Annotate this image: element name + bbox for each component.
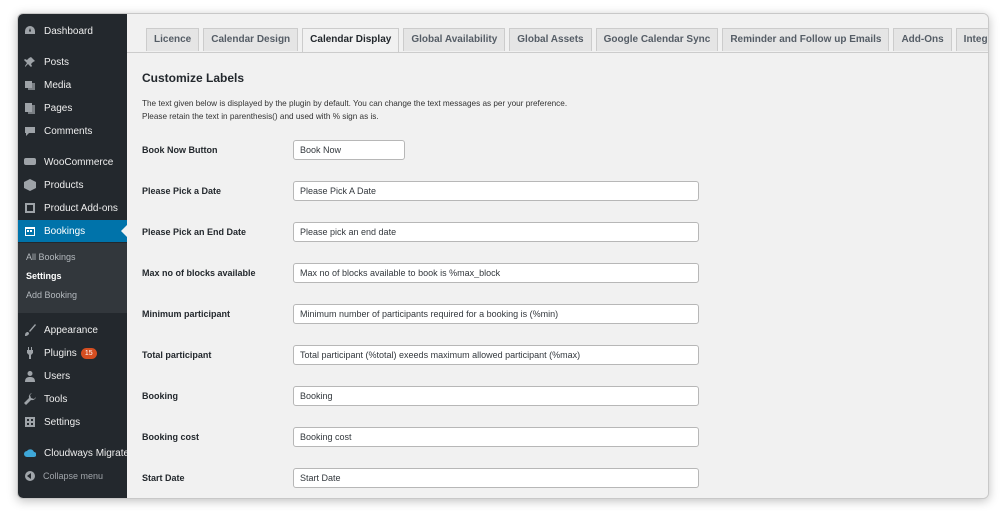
book-now-button-input[interactable] (293, 140, 405, 160)
menu-label: Dashboard (44, 25, 93, 37)
pages-icon (24, 102, 36, 114)
products-icon (24, 179, 36, 191)
collapse-menu-label: Collapse menu (43, 471, 104, 481)
menu-dashboard[interactable]: Dashboard (18, 20, 127, 42)
main-content: Licence Calendar Design Calendar Display… (127, 14, 988, 498)
menu-label: Users (44, 370, 71, 382)
section-title: Customize Labels (142, 71, 245, 85)
collapse-menu-button[interactable]: Collapse menu (18, 466, 127, 486)
tab-reminder-emails[interactable]: Reminder and Follow up Emails (722, 28, 890, 51)
menu-label: Settings (44, 416, 81, 428)
label-total-participant: Total participant (142, 350, 212, 360)
pick-end-date-input[interactable] (293, 222, 699, 242)
settings-tabs: Licence Calendar Design Calendar Display… (146, 28, 988, 52)
media-icon (24, 79, 36, 91)
cloud-icon (24, 447, 36, 459)
menu-bookings[interactable]: Bookings (18, 220, 127, 242)
label-booking-cost: Booking cost (142, 432, 200, 442)
start-date-input[interactable] (293, 468, 699, 488)
menu-cloudways-migrate[interactable]: Cloudways Migrate (18, 442, 130, 464)
submenu-add-booking[interactable]: Add Booking (26, 290, 77, 300)
collapse-icon (25, 471, 35, 481)
menu-media[interactable]: Media (18, 74, 127, 96)
booking-input[interactable] (293, 386, 699, 406)
tab-calendar-design[interactable]: Calendar Design (203, 28, 299, 51)
menu-label: Cloudways Migrate (44, 447, 130, 459)
brush-icon (24, 324, 36, 336)
tab-global-assets[interactable]: Global Assets (509, 28, 592, 51)
wrench-icon (24, 393, 36, 405)
menu-label: Plugins (44, 347, 77, 359)
tab-integrations[interactable]: Integrations (955, 28, 988, 51)
menu-label: Media (44, 79, 72, 91)
woocommerce-icon (24, 156, 36, 168)
comments-icon (24, 125, 36, 137)
browser-window: Dashboard Posts Media Pages Comments Woo… (17, 13, 989, 499)
label-book-now-button: Book Now Button (142, 145, 218, 155)
pick-date-input[interactable] (293, 181, 699, 201)
menu-settings[interactable]: Settings (18, 411, 127, 433)
menu-plugins[interactable]: Plugins 15 (18, 342, 127, 364)
menu-comments[interactable]: Comments (18, 120, 127, 142)
tab-google-calendar-sync[interactable]: Google Calendar Sync (595, 28, 719, 51)
menu-posts[interactable]: Posts (18, 51, 127, 73)
max-blocks-input[interactable] (293, 263, 699, 283)
menu-appearance[interactable]: Appearance (18, 319, 127, 341)
tab-global-availability[interactable]: Global Availability (403, 28, 506, 51)
tab-licence[interactable]: Licence (146, 28, 200, 51)
menu-products[interactable]: Products (18, 174, 127, 196)
minimum-participant-input[interactable] (293, 304, 699, 324)
menu-label: Products (44, 179, 84, 191)
menu-label: Posts (44, 56, 70, 68)
label-pick-end-date: Please Pick an End Date (142, 227, 247, 237)
menu-label: Pages (44, 102, 73, 114)
menu-tools[interactable]: Tools (18, 388, 127, 410)
plugin-icon (24, 347, 36, 359)
calendar-icon (24, 225, 36, 237)
menu-pages[interactable]: Pages (18, 97, 127, 119)
label-pick-date: Please Pick a Date (142, 186, 222, 196)
users-icon (24, 370, 36, 382)
bookings-submenu: All Bookings Settings Add Booking (18, 243, 127, 313)
tab-calendar-display[interactable]: Calendar Display (302, 28, 400, 52)
menu-label: Product Add-ons (44, 202, 118, 214)
admin-sidebar: Dashboard Posts Media Pages Comments Woo… (18, 14, 130, 498)
submenu-all-bookings[interactable]: All Bookings (26, 252, 76, 262)
plugins-update-badge: 15 (80, 347, 97, 359)
tab-add-ons[interactable]: Add-Ons (893, 28, 952, 51)
section-description: The text given below is displayed by the… (142, 97, 567, 123)
label-start-date: Start Date (142, 473, 185, 483)
total-participant-input[interactable] (293, 345, 699, 365)
menu-users[interactable]: Users (18, 365, 127, 387)
description-line-1: The text given below is displayed by the… (142, 99, 568, 108)
settings-icon (24, 416, 36, 428)
menu-label: WooCommerce (44, 156, 114, 168)
label-max-blocks: Max no of blocks available (142, 268, 256, 278)
submenu-settings[interactable]: Settings (26, 271, 62, 281)
menu-label: Appearance (44, 324, 98, 336)
booking-cost-input[interactable] (293, 427, 699, 447)
dashboard-icon (24, 25, 36, 37)
label-minimum-participant: Minimum participant (142, 309, 231, 319)
menu-label: Comments (44, 125, 93, 137)
label-booking: Booking (142, 391, 178, 401)
tab-divider (127, 52, 988, 53)
menu-label: Bookings (44, 225, 86, 237)
description-line-2: Please retain the text in parenthesis() … (142, 112, 379, 121)
menu-woocommerce[interactable]: WooCommerce (18, 151, 127, 173)
pin-icon (24, 56, 36, 68)
addons-icon (24, 202, 36, 214)
menu-label: Tools (44, 393, 68, 405)
menu-product-addons[interactable]: Product Add-ons (18, 197, 127, 219)
